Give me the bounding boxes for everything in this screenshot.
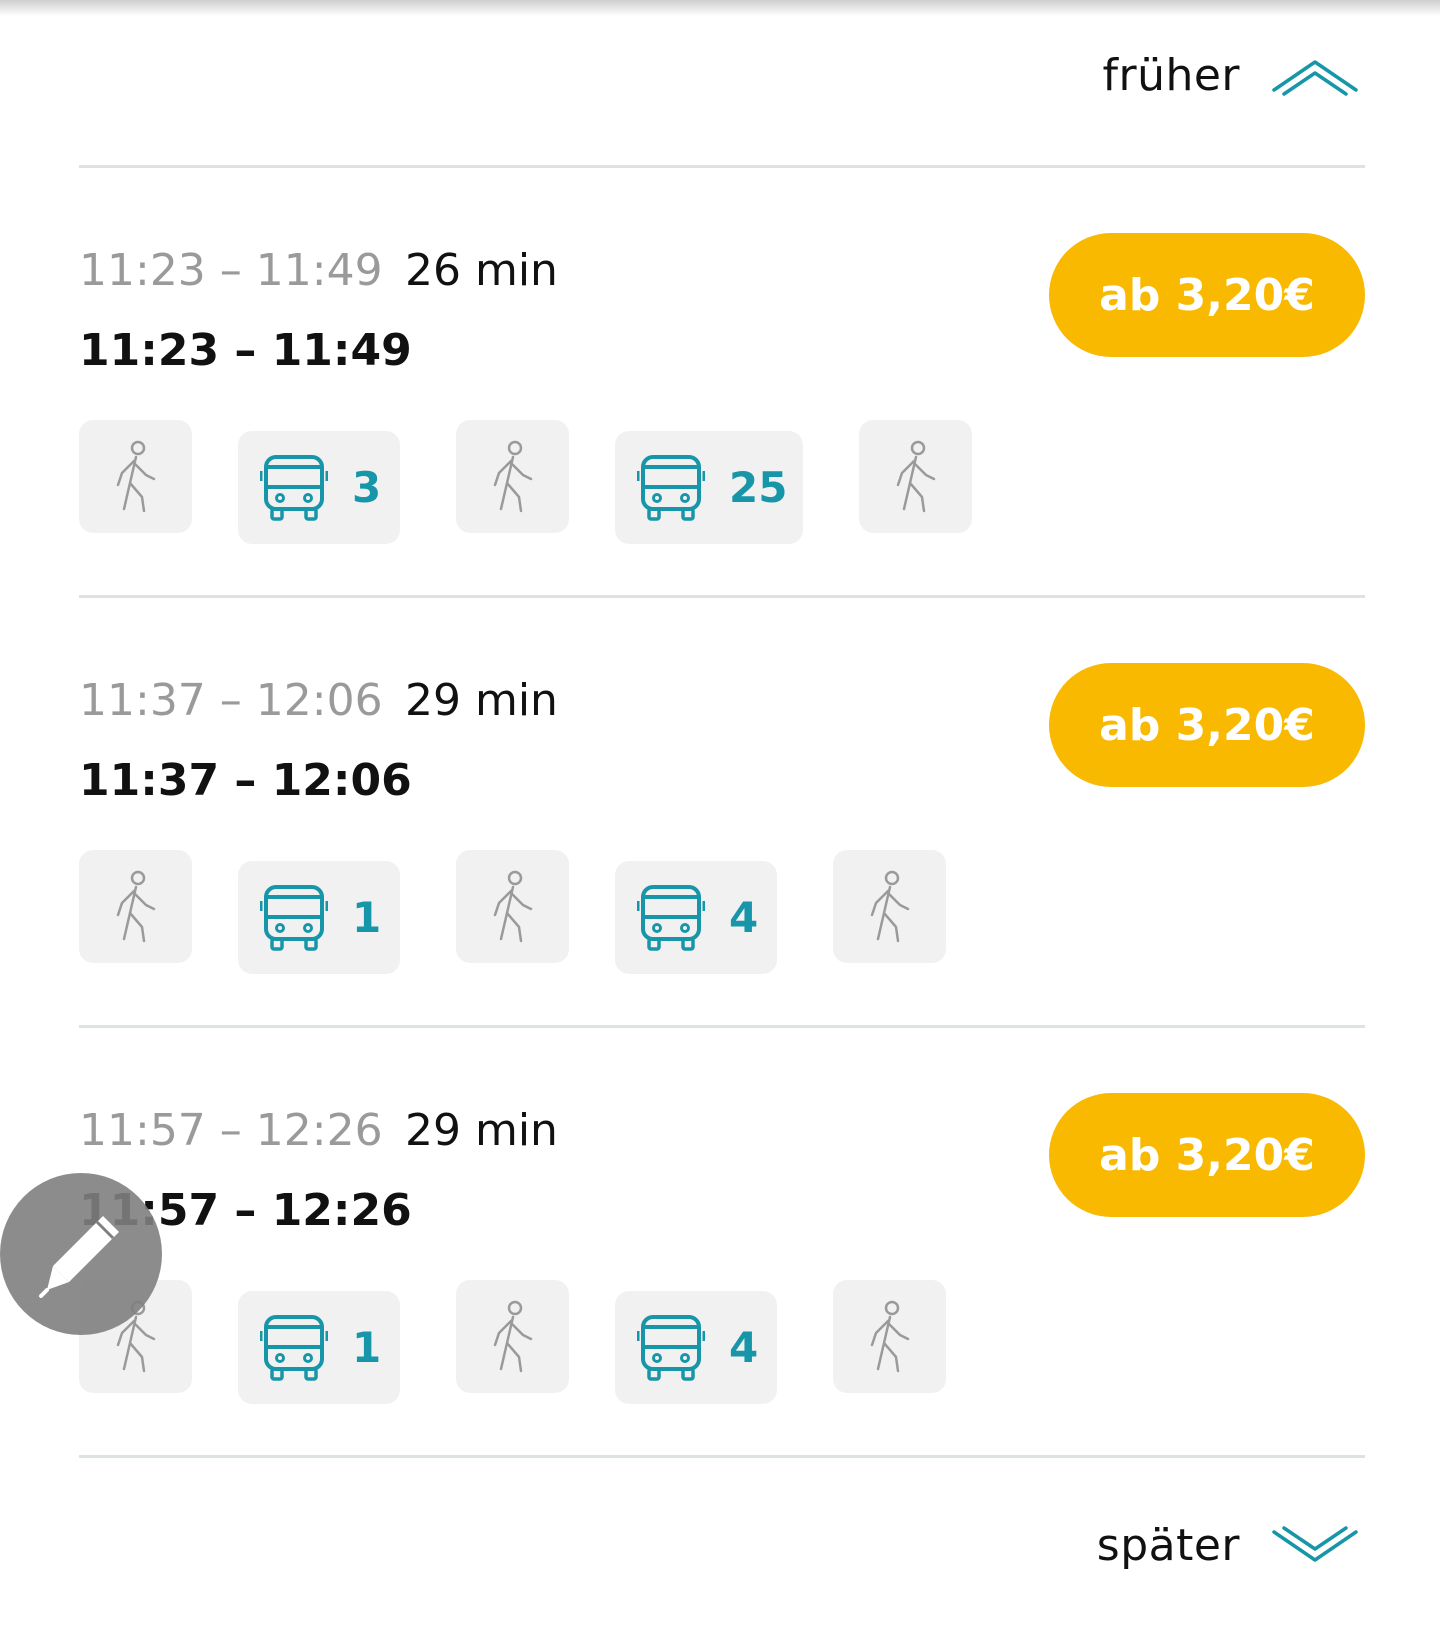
planned-time: 11:57 – 12:26 (79, 1105, 383, 1156)
walk-icon (870, 1300, 909, 1372)
actual-time: 11:23 – 11:49 (79, 325, 412, 376)
divider (79, 1025, 1365, 1028)
bus-leg: 1 (238, 1291, 400, 1404)
trip-duration: 29 min (405, 1105, 558, 1156)
trip-row[interactable]: 11:37 – 12:06 29 min 11:37 – 12:06 ab 3,… (79, 655, 1365, 1085)
walk-icon (493, 440, 532, 512)
planned-time: 11:37 – 12:06 (79, 675, 383, 726)
bus-icon (637, 454, 705, 521)
line-number: 25 (729, 463, 788, 512)
price-button[interactable]: ab 3,20€ (1049, 1093, 1365, 1217)
bus-icon (637, 884, 705, 951)
line-number: 1 (352, 1323, 382, 1372)
later-label: später (1096, 1520, 1240, 1571)
chevron-double-up-icon (1272, 59, 1358, 96)
trip-legs: 3 25 (79, 420, 1179, 550)
divider (79, 165, 1365, 168)
later-button[interactable]: später (1097, 1520, 1360, 1571)
line-number: 4 (729, 893, 759, 942)
earlier-button[interactable]: früher (1102, 50, 1360, 101)
walk-leg (79, 420, 192, 533)
bus-icon (260, 884, 328, 951)
bus-leg: 4 (615, 861, 777, 974)
bus-leg: 25 (615, 431, 803, 544)
trip-legs: 1 4 (79, 1280, 1179, 1410)
walk-leg (859, 420, 972, 533)
chevron-double-down-icon (1272, 1525, 1358, 1562)
trip-row[interactable]: 11:23 – 11:49 26 min 11:23 – 11:49 ab 3,… (79, 225, 1365, 655)
bus-leg: 1 (238, 861, 400, 974)
divider (79, 1455, 1365, 1458)
trip-legs: 1 4 (79, 850, 1179, 980)
walk-icon (116, 870, 155, 942)
line-number: 3 (352, 463, 382, 512)
walk-leg (833, 1280, 946, 1393)
earlier-label: früher (1102, 50, 1240, 101)
bus-icon (637, 1314, 705, 1381)
trip-row[interactable]: 11:57 – 12:26 29 min 11:57 – 12:26 ab 3,… (79, 1085, 1365, 1515)
planned-time: 11:23 – 11:49 (79, 245, 383, 296)
divider (79, 595, 1365, 598)
bus-icon (260, 1314, 328, 1381)
line-number: 1 (352, 893, 382, 942)
bus-icon (260, 454, 328, 521)
actual-time: 11:37 – 12:06 (79, 755, 412, 806)
walk-leg (833, 850, 946, 963)
top-shadow (0, 0, 1440, 16)
walk-leg (456, 850, 569, 963)
line-number: 4 (729, 1323, 759, 1372)
walk-leg (79, 850, 192, 963)
bus-leg: 4 (615, 1291, 777, 1404)
price-button[interactable]: ab 3,20€ (1049, 233, 1365, 357)
walk-leg (456, 420, 569, 533)
walk-leg (456, 1280, 569, 1393)
price-button[interactable]: ab 3,20€ (1049, 663, 1365, 787)
walk-icon (870, 870, 909, 942)
trip-duration: 26 min (405, 245, 558, 296)
trip-duration: 29 min (405, 675, 558, 726)
pencil-icon (39, 1216, 119, 1298)
edit-fab-button[interactable] (0, 1173, 162, 1335)
walk-icon (493, 870, 532, 942)
walk-icon (116, 440, 155, 512)
walk-icon (493, 1300, 532, 1372)
walk-icon (896, 440, 935, 512)
bus-leg: 3 (238, 431, 400, 544)
